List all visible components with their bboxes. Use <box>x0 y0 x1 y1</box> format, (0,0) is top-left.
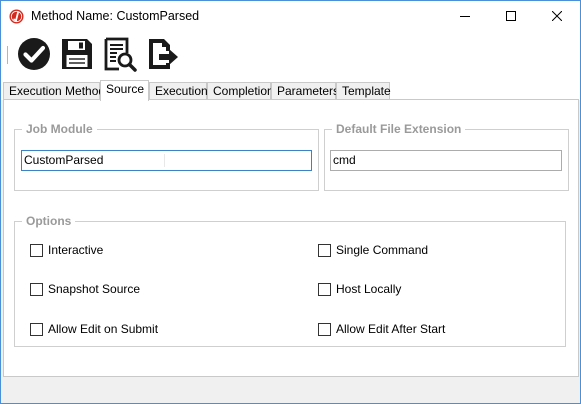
close-icon <box>552 11 562 21</box>
app-logo-icon <box>9 9 24 24</box>
checkbox-box <box>30 323 43 336</box>
checkbox-box <box>318 283 331 296</box>
document-export-icon <box>149 39 178 69</box>
tab-template[interactable]: Template <box>336 82 391 99</box>
tab-strip: Execution Method Source Execution Comple… <box>1 80 580 101</box>
snapshot-source-label: Snapshot Source <box>48 282 141 296</box>
title-bar: Method Name: CustomParsed <box>1 1 580 32</box>
checkbox-box <box>30 283 43 296</box>
input-separator <box>164 154 165 167</box>
checkbox-box <box>30 244 43 257</box>
tab-source[interactable]: Source <box>100 80 149 101</box>
checkbox-box <box>318 323 331 336</box>
save-button[interactable] <box>59 36 95 72</box>
job-module-value: CustomParsed <box>24 153 104 167</box>
default-extension-title: Default File Extension <box>332 121 466 137</box>
tab-completion[interactable]: Completion <box>207 82 274 99</box>
default-extension-input[interactable]: cmd <box>330 150 562 171</box>
allow-edit-after-start-label: Allow Edit After Start <box>336 322 446 336</box>
toolbar <box>1 32 580 80</box>
check-circle-icon <box>18 38 50 70</box>
job-module-group: Job Module CustomParsed <box>14 121 319 191</box>
interactive-label: Interactive <box>48 243 104 257</box>
minimize-icon <box>460 16 470 17</box>
default-extension-value: cmd <box>333 153 356 167</box>
preview-button[interactable] <box>102 36 138 72</box>
status-bar <box>1 377 580 403</box>
export-button[interactable] <box>145 36 181 72</box>
job-module-title: Job Module <box>22 121 97 137</box>
tab-execution[interactable]: Execution <box>149 82 208 99</box>
source-tab-panel: Job Module CustomParsed Default File Ext… <box>3 99 579 377</box>
toolbar-grip[interactable] <box>7 46 11 64</box>
minimize-button[interactable] <box>442 1 488 32</box>
maximize-icon <box>506 11 516 21</box>
window-title: Method Name: CustomParsed <box>31 9 200 23</box>
default-extension-group: Default File Extension cmd <box>324 121 569 191</box>
options-title: Options <box>22 213 76 229</box>
job-module-input[interactable]: CustomParsed <box>21 150 312 171</box>
document-search-icon <box>104 37 137 72</box>
tab-execution-method[interactable]: Execution Method <box>3 82 105 99</box>
tab-parameters[interactable]: Parameters <box>271 82 339 99</box>
options-group: Options Interactive Single Command Snaps… <box>14 213 566 347</box>
maximize-button[interactable] <box>488 1 534 32</box>
single-command-label: Single Command <box>336 243 429 257</box>
host-locally-label: Host Locally <box>336 282 402 296</box>
checkbox-box <box>318 244 331 257</box>
approve-button[interactable] <box>16 36 52 72</box>
close-button[interactable] <box>534 1 580 32</box>
allow-edit-on-submit-label: Allow Edit on Submit <box>48 322 159 336</box>
method-window: Method Name: CustomParsed Execution Meth… <box>0 0 581 404</box>
floppy-disk-icon <box>62 39 92 69</box>
